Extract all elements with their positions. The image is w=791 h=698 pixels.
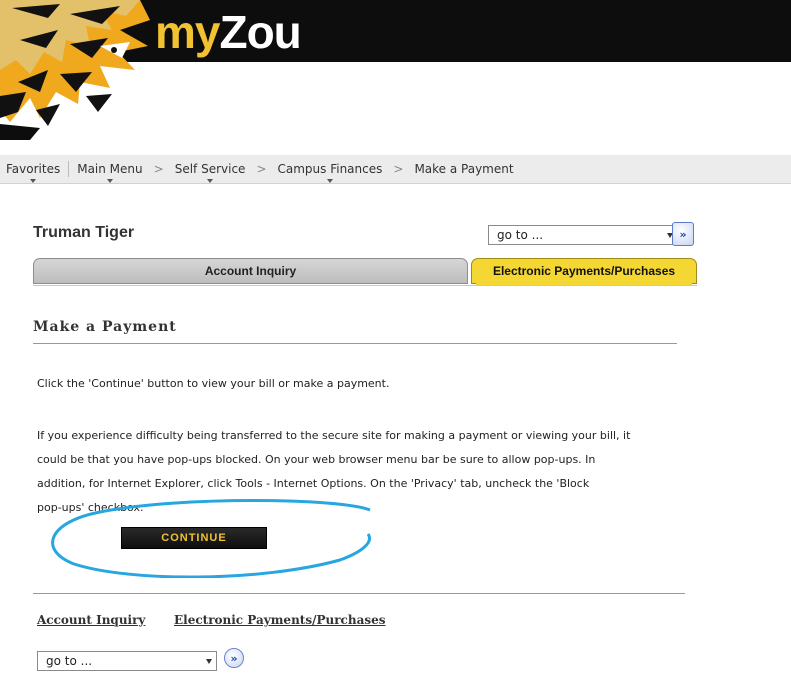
goto-select-value: go to ... — [497, 228, 544, 242]
menu-item-make-a-payment[interactable]: Make a Payment — [410, 162, 517, 176]
footer-divider — [33, 593, 685, 594]
user-name: Truman Tiger — [33, 224, 135, 241]
double-chevron-right-icon: » — [230, 651, 238, 665]
goto-select-value: go to ... — [46, 654, 93, 668]
menu-item-main-menu[interactable]: Main Menu — [73, 162, 146, 183]
title-divider — [33, 343, 677, 344]
tab-underline — [33, 285, 697, 286]
help-line: If you experience difficulty being trans… — [37, 429, 631, 442]
footer-goto-select[interactable]: go to ... — [37, 651, 217, 671]
menu-item-label: Campus Finances — [277, 162, 383, 176]
brand-my: my — [155, 6, 220, 58]
chevron-down-icon — [207, 179, 214, 183]
instruction-text: Click the 'Continue' button to view your… — [37, 377, 390, 390]
menu-item-label: Self Service — [174, 162, 246, 176]
chevron-down-icon — [326, 179, 333, 183]
footer-go-button[interactable]: » — [224, 648, 244, 668]
menu-item-favorites[interactable]: Favorites — [2, 162, 64, 183]
menu-item-label: Main Menu — [77, 162, 143, 176]
double-chevron-right-icon: » — [679, 227, 687, 241]
tab-label: Electronic Payments/Purchases — [492, 264, 676, 278]
breadcrumb-separator: > — [153, 162, 164, 176]
page-title: Make a Payment — [33, 319, 177, 335]
help-line: addition, for Internet Explorer, click T… — [37, 477, 590, 490]
menu-divider — [68, 161, 70, 177]
help-line: could be that you have pop-ups blocked. … — [37, 453, 596, 466]
breadcrumb-separator: > — [393, 162, 404, 176]
breadcrumb-separator: > — [256, 162, 267, 176]
tiger-logo-icon — [0, 0, 150, 140]
tab-label: Account Inquiry — [204, 264, 297, 278]
chevron-down-icon — [106, 179, 113, 183]
brand-title: myZou — [155, 4, 302, 60]
help-text: If you experience difficulty being trans… — [37, 424, 630, 520]
footer-link-electronic-payments[interactable]: Electronic Payments/Purchases — [174, 613, 386, 627]
menu-item-campus-finances[interactable]: Campus Finances — [274, 162, 387, 183]
menu-item-label: Make a Payment — [414, 162, 514, 176]
brand-zou: Zou — [219, 6, 301, 58]
continue-label: CONTINUE — [161, 532, 227, 544]
go-button[interactable]: » — [672, 222, 694, 246]
tab-account-inquiry[interactable]: Account Inquiry — [33, 258, 468, 284]
continue-button[interactable]: CONTINUE — [121, 527, 267, 549]
chevron-down-icon — [30, 179, 37, 183]
site-header: myZou — [0, 0, 791, 152]
goto-select[interactable]: go to ... — [488, 225, 678, 245]
menu-item-label: Favorites — [6, 162, 61, 176]
dropdown-arrow-icon — [206, 659, 212, 664]
tab-electronic-payments[interactable]: Electronic Payments/Purchases — [471, 258, 697, 286]
menu-item-self-service[interactable]: Self Service — [171, 162, 250, 183]
help-line: pop-ups' checkbox. — [37, 501, 144, 514]
breadcrumb: Favorites Main Menu > Self Service > Cam… — [0, 155, 791, 184]
footer-link-account-inquiry[interactable]: Account Inquiry — [37, 613, 145, 627]
